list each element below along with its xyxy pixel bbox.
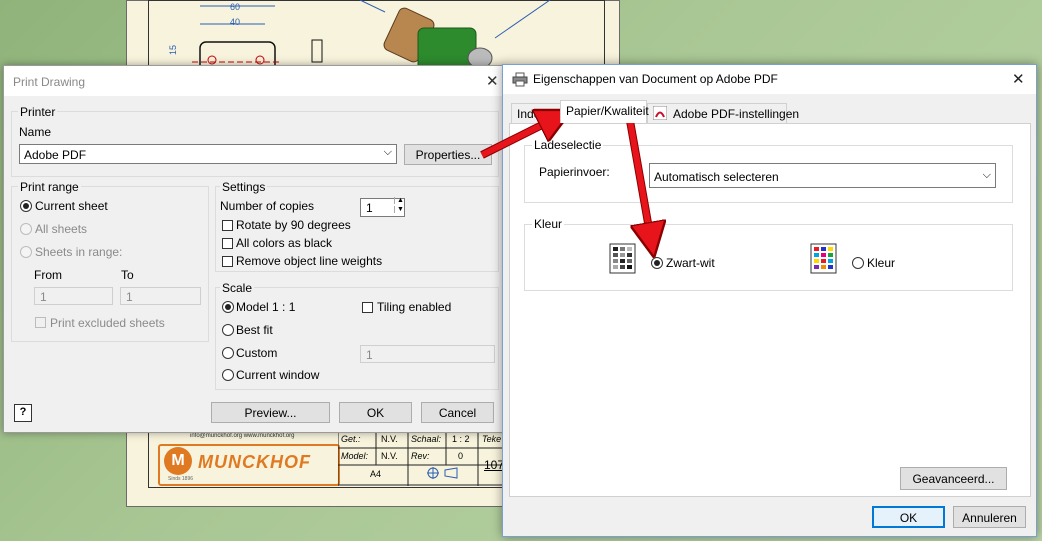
black-white-radio[interactable] — [651, 257, 663, 269]
advanced-button[interactable]: Geavanceerd... — [900, 467, 1007, 490]
tb-teke-label: Teke — [482, 434, 502, 444]
copies-value: 1 — [366, 201, 373, 215]
print-cancel-button[interactable]: Cancel — [421, 402, 494, 423]
from-label: From — [34, 268, 62, 282]
tb-model-label: Model: — [341, 451, 369, 461]
current-sheet-label: Current sheet — [35, 199, 108, 213]
color-group-label: Kleur — [532, 217, 565, 231]
custom-radio[interactable] — [222, 347, 234, 359]
tb-rev-label: Rev: — [411, 451, 430, 461]
close-icon[interactable]: ✕ — [486, 72, 499, 90]
from-input[interactable]: 1 — [34, 287, 113, 305]
remove-weights-label: Remove object line weights — [236, 254, 383, 268]
spin-up-icon[interactable]: ▲ — [394, 197, 404, 204]
custom-scale-input[interactable]: 1 — [360, 345, 495, 363]
part-drawing — [192, 0, 551, 70]
tb-rev-value: 0 — [458, 451, 464, 461]
dim-40: 40 — [230, 17, 241, 27]
paper-source-value: Automatisch selecteren — [654, 170, 779, 184]
model-scale-radio[interactable] — [222, 301, 234, 313]
all-sheets-label: All sheets — [35, 222, 88, 236]
color-group — [524, 224, 1013, 291]
color-radio[interactable] — [852, 257, 864, 269]
dim-15: 15 — [168, 44, 179, 56]
print-dialog-titlebar: Print Drawing ✕ — [4, 66, 504, 96]
current-window-radio[interactable] — [222, 369, 234, 381]
spin-down-icon[interactable]: ▼ — [394, 206, 404, 213]
tb-size: A4 — [370, 469, 382, 479]
tb-model-value: N.V. — [381, 451, 398, 461]
dim-60: 60 — [230, 2, 241, 12]
tab-papier-kwaliteit[interactable]: Papier/Kwaliteit — [560, 100, 649, 123]
all-black-checkbox[interactable] — [222, 238, 233, 249]
properties-button[interactable]: Properties... — [404, 144, 492, 165]
printer-group-label: Printer — [18, 105, 58, 119]
printer-icon — [512, 72, 528, 87]
to-input[interactable]: 1 — [120, 287, 201, 305]
to-label: To — [121, 268, 134, 282]
logo-text: MUNCKHOF — [198, 452, 311, 472]
rotate-checkbox[interactable] — [222, 220, 233, 231]
title-block-contact: info@munckhof.org www.munckhof.org — [190, 433, 295, 439]
sheets-in-range-label: Sheets in range: — [35, 245, 123, 259]
close-icon[interactable]: ✕ — [1012, 70, 1025, 88]
bw-page-icon — [609, 243, 636, 274]
logo-since: Sinds 1896 — [168, 476, 194, 482]
printer-name-label: Name — [19, 125, 52, 139]
tab-page-paper-quality: Ladeselectie Papierinvoer: Automatisch s… — [509, 123, 1031, 497]
tiling-checkbox[interactable] — [362, 302, 373, 313]
sheets-in-range-radio[interactable] — [20, 246, 32, 258]
tab-adobe-pdf-instellingen[interactable]: Adobe PDF-instellingen — [647, 103, 799, 123]
black-white-label: Zwart-wit — [666, 256, 715, 270]
print-drawing-dialog: Print Drawing ✕ Printer Name Adobe PDF ⌵… — [3, 65, 505, 433]
adobe-dialog-titlebar: Eigenschappen van Document op Adobe PDF … — [503, 65, 1036, 94]
best-fit-radio[interactable] — [222, 324, 234, 336]
color-label: Kleur — [867, 256, 896, 270]
printer-name-value: Adobe PDF — [24, 148, 87, 162]
print-ok-button[interactable]: OK — [339, 402, 412, 423]
tray-selection-label: Ladeselectie — [532, 138, 604, 152]
chevron-down-icon: ⌵ — [982, 169, 991, 181]
tb-get-label: Get.: — [341, 434, 361, 444]
current-sheet-radio[interactable] — [20, 200, 32, 212]
tb-schaal-label: Schaal: — [411, 434, 442, 444]
custom-label: Custom — [236, 346, 278, 360]
rotate-label: Rotate by 90 degrees — [236, 218, 351, 232]
settings-label: Settings — [220, 180, 268, 194]
logo-mark: M — [164, 447, 192, 475]
pdf-icon — [653, 106, 667, 120]
printer-name-select[interactable]: Adobe PDF ⌵ — [19, 144, 397, 164]
adobe-pdf-properties-dialog: Eigenschappen van Document op Adobe PDF … — [502, 64, 1037, 537]
print-dialog-title: Print Drawing — [13, 75, 86, 89]
projection-symbol-icon — [427, 467, 458, 479]
help-icon[interactable]: ? — [14, 404, 32, 422]
adobe-ok-button[interactable]: OK — [872, 506, 945, 528]
color-page-icon — [810, 243, 837, 274]
copies-label: Number of copies — [220, 199, 315, 213]
all-black-label: All colors as black — [236, 236, 333, 250]
current-window-label: Current window — [236, 368, 320, 382]
preview-button[interactable]: Preview... — [211, 402, 330, 423]
copies-spinner[interactable]: 1 ▲ ▼ — [360, 197, 405, 217]
paper-source-select[interactable]: Automatisch selecteren ⌵ — [649, 163, 996, 188]
remove-weights-checkbox[interactable] — [222, 256, 233, 267]
adobe-cancel-button[interactable]: Annuleren — [953, 506, 1026, 528]
print-range-label: Print range — [18, 180, 81, 194]
tb-get-value: N.V. — [381, 434, 398, 444]
print-excluded-label: Print excluded sheets — [50, 316, 165, 330]
tb-schaal-value: 1 : 2 — [452, 434, 470, 444]
scale-label: Scale — [220, 281, 255, 295]
adobe-dialog-title: Eigenschappen van Document op Adobe PDF — [533, 72, 778, 86]
tiling-label: Tiling enabled — [377, 300, 452, 314]
best-fit-label: Best fit — [236, 323, 273, 337]
tab-indeling[interactable]: Indeling — [511, 103, 561, 123]
all-sheets-radio[interactable] — [20, 223, 32, 235]
print-excluded-checkbox[interactable] — [35, 317, 46, 328]
model-scale-label: Model 1 : 1 — [236, 300, 296, 314]
chevron-down-icon: ⌵ — [383, 146, 392, 158]
paper-source-label: Papierinvoer: — [539, 165, 610, 179]
